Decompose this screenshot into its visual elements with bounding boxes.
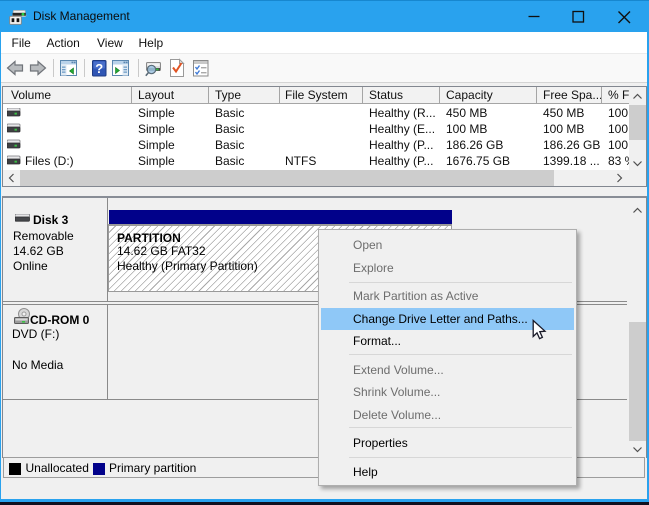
svg-text:?: ? (95, 61, 103, 76)
